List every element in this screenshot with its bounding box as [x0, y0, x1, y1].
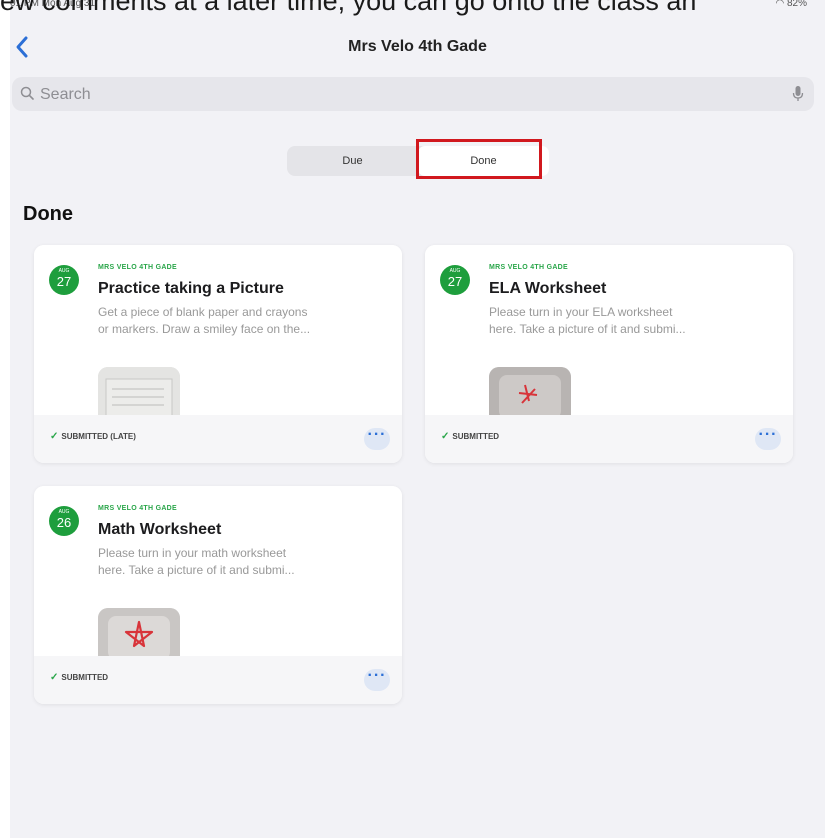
badge-day: 27 [447, 274, 463, 289]
due-date-badge: AUG 26 [49, 506, 79, 536]
search-icon [20, 86, 34, 105]
due-date-badge: AUG 27 [440, 265, 470, 295]
microphone-icon[interactable] [792, 85, 804, 108]
class-name: MRS VELO 4TH GADE [98, 505, 177, 512]
attachment-thumbnail[interactable] [98, 367, 180, 415]
status-text: SUBMITTED [61, 673, 109, 682]
assignment-card[interactable]: AUG 27 MRS VELO 4TH GADE ELA Worksheet P… [425, 245, 793, 463]
assignment-description: Please turn in your ELA worksheet here. … [489, 304, 779, 338]
assignment-title: Practice taking a Picture [98, 280, 284, 297]
ipad-screen: 01 PM Mon Aug 31 ◠ 82% Mrs Velo 4th Gade… [10, 0, 825, 838]
attachment-thumbnail[interactable] [489, 367, 571, 415]
highlight-box [416, 139, 542, 179]
checkmark-icon: ✓ [50, 672, 59, 683]
due-date-badge: AUG 27 [49, 265, 79, 295]
assignment-description: Please turn in your math worksheet here.… [98, 545, 388, 579]
description-line: Please turn in your math worksheet [98, 546, 287, 560]
description-line: here. Take a picture of it and submi... [489, 322, 686, 336]
description-line: or markers. Draw a smiley face on the... [98, 322, 311, 336]
search-input[interactable] [38, 81, 782, 109]
assignment-title: Math Worksheet [98, 521, 222, 538]
screen: 01 PM Mon Aug 31 ◠ 82% Mrs Velo 4th Gade… [0, 0, 825, 838]
attachment-thumbnail[interactable] [98, 608, 180, 656]
checkmark-icon: ✓ [441, 431, 450, 442]
more-options-button[interactable]: ··· [755, 427, 781, 450]
assignment-card[interactable]: AUG 27 MRS VELO 4TH GADE Practice taking… [34, 245, 402, 463]
status-text: SUBMITTED (LATE) [61, 432, 136, 441]
status-text: SUBMITTED [452, 432, 500, 441]
caption-text: ew comments at a later time, you can go … [0, 0, 697, 16]
assignment-description: Get a piece of blank paper and crayons o… [98, 304, 388, 338]
search-bar[interactable] [12, 77, 814, 111]
description-line: Get a piece of blank paper and crayons [98, 305, 308, 319]
class-name: MRS VELO 4TH GADE [98, 264, 177, 271]
description-line: here. Take a picture of it and submi... [98, 563, 295, 577]
class-name: MRS VELO 4TH GADE [489, 264, 568, 271]
submission-status: ✓ SUBMITTED (LATE) [50, 431, 136, 442]
badge-day: 27 [56, 274, 72, 289]
segment-due[interactable]: Due [287, 146, 418, 176]
badge-day: 26 [56, 515, 72, 530]
description-line: Please turn in your ELA worksheet [489, 305, 673, 319]
checkmark-icon: ✓ [50, 431, 59, 442]
page-title: Mrs Velo 4th Gade [348, 38, 487, 55]
assignment-title: ELA Worksheet [489, 280, 607, 297]
section-title: Done [23, 203, 73, 225]
submission-status: ✓ SUBMITTED [50, 672, 108, 683]
submission-status: ✓ SUBMITTED [441, 431, 499, 442]
more-options-button[interactable]: ··· [364, 427, 390, 450]
more-options-button[interactable]: ··· [364, 668, 390, 691]
assignment-card[interactable]: AUG 26 MRS VELO 4TH GADE Math Worksheet … [34, 486, 402, 704]
